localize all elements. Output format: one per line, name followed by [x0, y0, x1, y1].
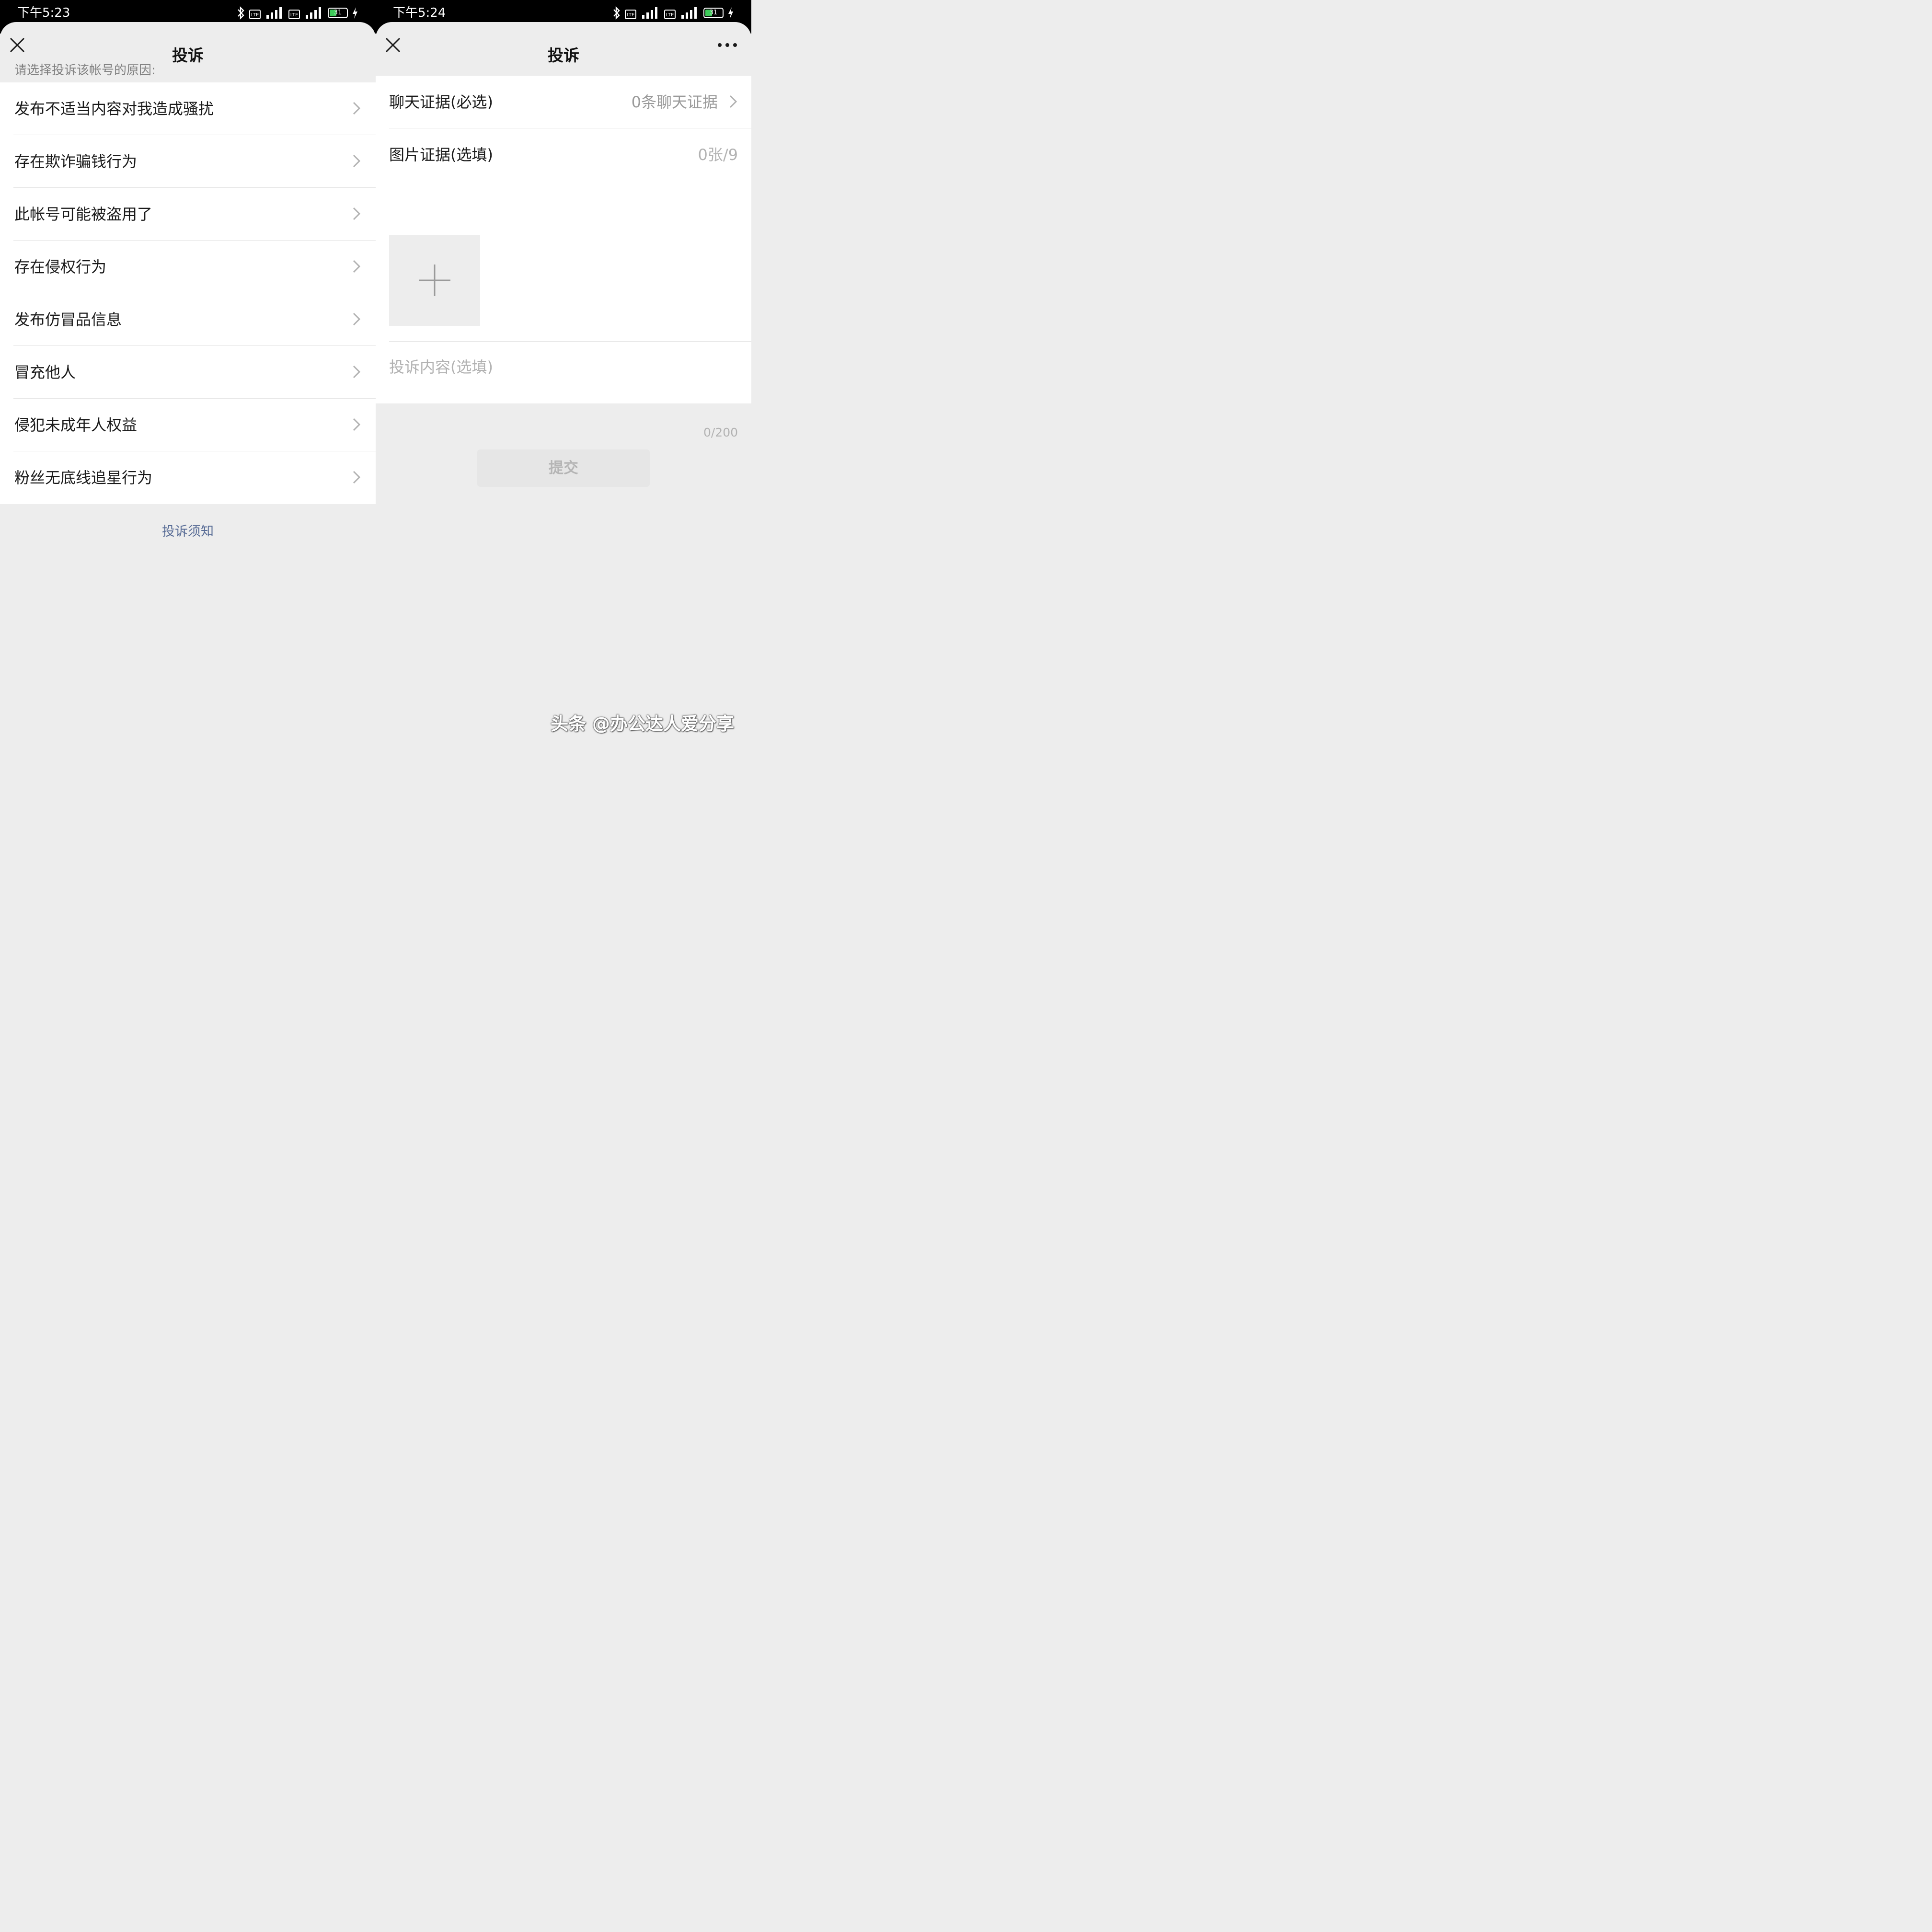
status-icons: LTE LTE 31 [237, 6, 358, 20]
complaint-reason-screen: 下午5:23 LTE LTE 31 投诉 请选择投诉该帐号的原因: 发布不适当内… [0, 0, 376, 751]
signal-icon [266, 7, 282, 19]
chevron-right-icon [353, 102, 361, 115]
reason-label: 侵犯未成年人权益 [14, 416, 138, 434]
svg-text:LTE: LTE [251, 12, 259, 18]
battery-level: 31 [334, 9, 342, 16]
reason-label: 发布仿冒品信息 [14, 310, 122, 329]
volte-icon: LTE [249, 10, 261, 19]
chevron-right-icon [353, 154, 361, 168]
volte-icon: LTE [664, 10, 676, 19]
divider [389, 341, 751, 342]
charging-icon [728, 7, 733, 19]
chevron-right-icon [353, 418, 361, 431]
complaint-evidence-screen: 下午5:24 LTE LTE 31 投诉 聊天证据(必选) 0条聊天证据 图片证… [376, 0, 751, 751]
volte-icon: LTE [288, 10, 300, 19]
status-icons: LTE LTE 31 [612, 6, 734, 20]
submit-button[interactable]: 提交 [477, 449, 650, 487]
evidence-form: 聊天证据(必选) 0条聊天证据 图片证据(选填) 0张/9 投诉内容(选填) 0… [376, 76, 751, 439]
battery-level: 31 [709, 9, 718, 16]
reason-item[interactable]: 发布不适当内容对我造成骚扰 [0, 82, 376, 135]
page-title: 投诉 [548, 46, 579, 65]
reason-label: 此帐号可能被盗用了 [14, 205, 153, 223]
battery-icon: 31 [703, 8, 724, 18]
reason-label: 发布不适当内容对我造成骚扰 [14, 100, 214, 118]
reason-label: 存在欺诈骗钱行为 [14, 152, 138, 171]
sheet: 投诉 聊天证据(必选) 0条聊天证据 图片证据(选填) 0张/9 投诉内容(选填… [376, 22, 751, 751]
chevron-right-icon [353, 260, 361, 273]
signal-icon [681, 7, 697, 19]
complaint-content-input[interactable]: 投诉内容(选填) [389, 356, 493, 378]
reason-label: 存在侵权行为 [14, 258, 107, 276]
signal-icon [642, 7, 657, 19]
chat-evidence-label: 聊天证据(必选) [389, 93, 493, 111]
add-photo-button[interactable] [389, 235, 480, 326]
image-evidence-row: 图片证据(选填) 0张/9 [376, 128, 751, 181]
svg-text:LTE: LTE [290, 12, 299, 18]
char-count: 0/200 [703, 426, 738, 439]
bluetooth-icon [613, 6, 620, 20]
status-time: 下午5:23 [17, 6, 70, 20]
image-evidence-count: 0张/9 [698, 146, 738, 164]
chat-evidence-value: 0条聊天证据 [631, 93, 718, 111]
reason-item[interactable]: 此帐号可能被盗用了 [0, 188, 376, 241]
signal-icon [306, 7, 321, 19]
charging-icon [353, 7, 357, 19]
chevron-right-icon [353, 471, 361, 484]
reason-label: 冒充他人 [14, 363, 76, 381]
reason-item[interactable]: 存在欺诈骗钱行为 [0, 135, 376, 188]
section-label: 请选择投诉该帐号的原因: [14, 63, 156, 78]
volte-icon: LTE [625, 10, 636, 19]
reason-item[interactable]: 冒充他人 [0, 346, 376, 399]
chat-evidence-row[interactable]: 聊天证据(必选) 0条聊天证据 [376, 76, 751, 128]
reason-item[interactable]: 发布仿冒品信息 [0, 293, 376, 346]
watermark: 头条 @办公达人爱分享 [551, 713, 734, 734]
svg-text:LTE: LTE [666, 12, 674, 18]
plus-icon [419, 264, 450, 296]
chevron-right-icon [353, 207, 361, 220]
image-evidence-label: 图片证据(选填) [389, 146, 493, 164]
more-icon[interactable] [717, 38, 738, 52]
battery-icon: 31 [328, 8, 348, 18]
bluetooth-icon [238, 6, 244, 20]
complaint-notice-link[interactable]: 投诉须知 [0, 523, 376, 540]
reason-item[interactable]: 存在侵权行为 [0, 241, 376, 293]
reason-item[interactable]: 侵犯未成年人权益 [0, 399, 376, 451]
chevron-right-icon [353, 312, 361, 326]
reason-item[interactable]: 粉丝无底线追星行为 [0, 451, 376, 504]
chevron-right-icon [729, 95, 737, 108]
reason-list: 发布不适当内容对我造成骚扰 存在欺诈骗钱行为 此帐号可能被盗用了 存在侵权行为 … [0, 82, 376, 504]
reason-label: 粉丝无底线追星行为 [14, 469, 153, 487]
status-time: 下午5:24 [393, 6, 446, 20]
svg-text:LTE: LTE [627, 12, 635, 18]
chevron-right-icon [353, 365, 361, 379]
